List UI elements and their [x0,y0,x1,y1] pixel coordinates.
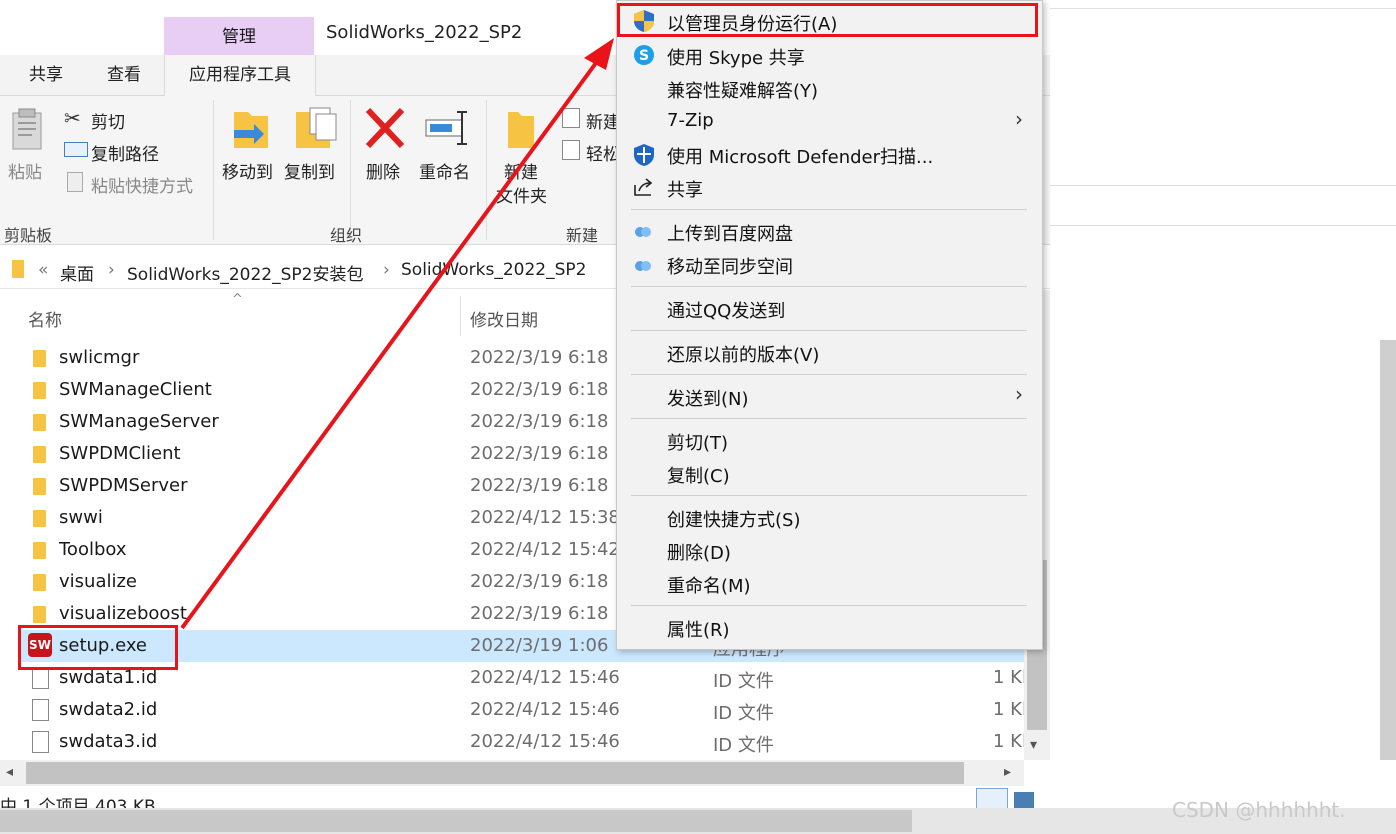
arrow-head [584,38,614,70]
watermark: CSDN @hhhhhht. [1172,798,1346,822]
arrow-line [180,50,606,630]
annotation-arrow [180,38,614,630]
